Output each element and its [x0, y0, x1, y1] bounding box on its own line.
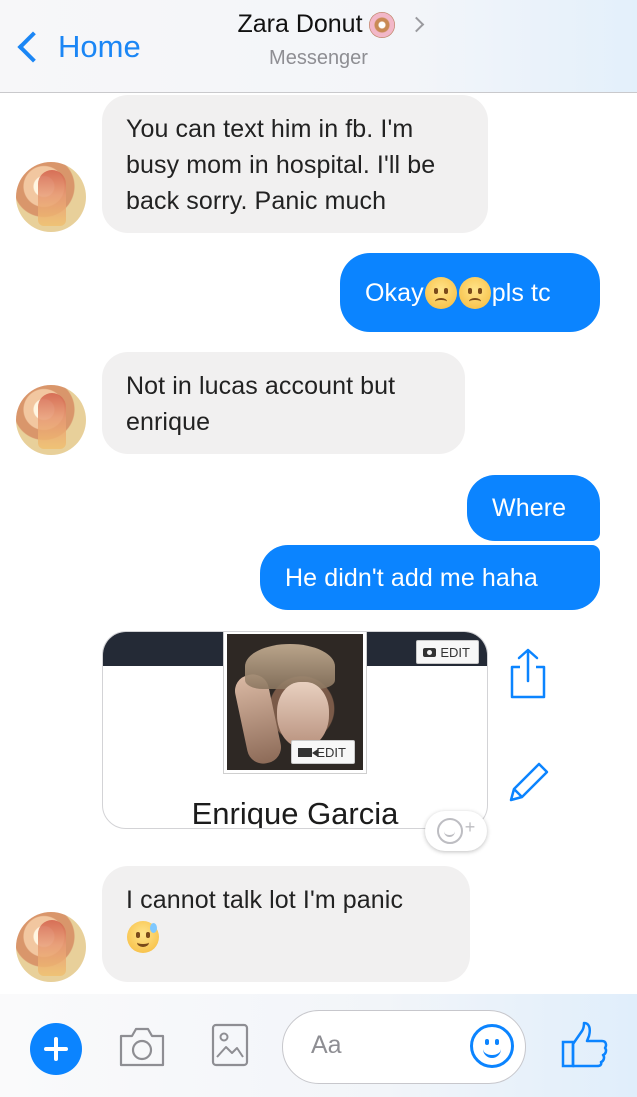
contact-avatar[interactable]: [16, 912, 86, 982]
received-message[interactable]: I cannot talk lot I'm panic: [102, 866, 470, 982]
grinning-face-with-sweat-icon: [127, 921, 159, 954]
sent-message[interactable]: Where: [467, 475, 600, 541]
message-text: pls tc: [491, 278, 551, 307]
received-message[interactable]: You can text him in fb. I'm busy mom in …: [102, 95, 488, 233]
sent-message[interactable]: He didn't add me haha: [260, 545, 600, 610]
message-text: He didn't add me haha: [285, 563, 538, 592]
plus-icon[interactable]: [30, 1023, 82, 1075]
add-reaction-button[interactable]: +: [425, 811, 487, 851]
edit-cover-label: EDIT: [440, 644, 470, 660]
profile-photo[interactable]: EDIT: [224, 632, 366, 773]
message-input-placeholder: Aa: [311, 1031, 342, 1059]
contact-avatar[interactable]: [16, 385, 86, 455]
message-text: Okay: [365, 278, 424, 307]
received-message[interactable]: Not in lucas account but enrique: [102, 352, 465, 454]
emoji-icon[interactable]: [470, 1024, 514, 1068]
message-text: I cannot talk lot I'm panic: [126, 886, 404, 914]
edit-photo-button[interactable]: EDIT: [291, 740, 355, 764]
share-icon[interactable]: [506, 647, 550, 701]
app-subtitle: Messenger: [269, 47, 368, 69]
pencil-icon[interactable]: [505, 758, 553, 806]
worried-face-icon: [458, 276, 491, 309]
edit-cover-button[interactable]: EDIT: [416, 640, 479, 664]
message-text: Not in lucas account but enrique: [126, 372, 396, 436]
conversation-title-block[interactable]: Zara Donut Messenger: [0, 10, 637, 70]
contact-avatar[interactable]: [16, 162, 86, 232]
chevron-right-icon: [408, 16, 424, 33]
edit-photo-label: EDIT: [316, 744, 346, 760]
video-camera-icon: [298, 747, 319, 757]
gallery-icon[interactable]: [210, 1022, 250, 1068]
shared-profile-card[interactable]: EDIT EDIT Enrique Garcia: [102, 631, 488, 829]
camera-icon[interactable]: [118, 1024, 166, 1068]
message-text: Where: [492, 494, 567, 522]
contact-name: Zara Donut: [237, 10, 363, 38]
chat-header: Home Zara Donut Messenger: [0, 0, 637, 93]
sent-message[interactable]: Okay pls tc: [340, 253, 600, 332]
thumbs-up-icon[interactable]: [560, 1020, 610, 1070]
donut-icon: [368, 11, 395, 38]
camera-icon: [423, 647, 437, 657]
message-text: You can text him in fb. I'm busy mom in …: [126, 115, 436, 215]
worried-face-icon: [424, 276, 457, 309]
plus-icon: +: [464, 816, 476, 837]
smiley-icon: [436, 818, 463, 844]
